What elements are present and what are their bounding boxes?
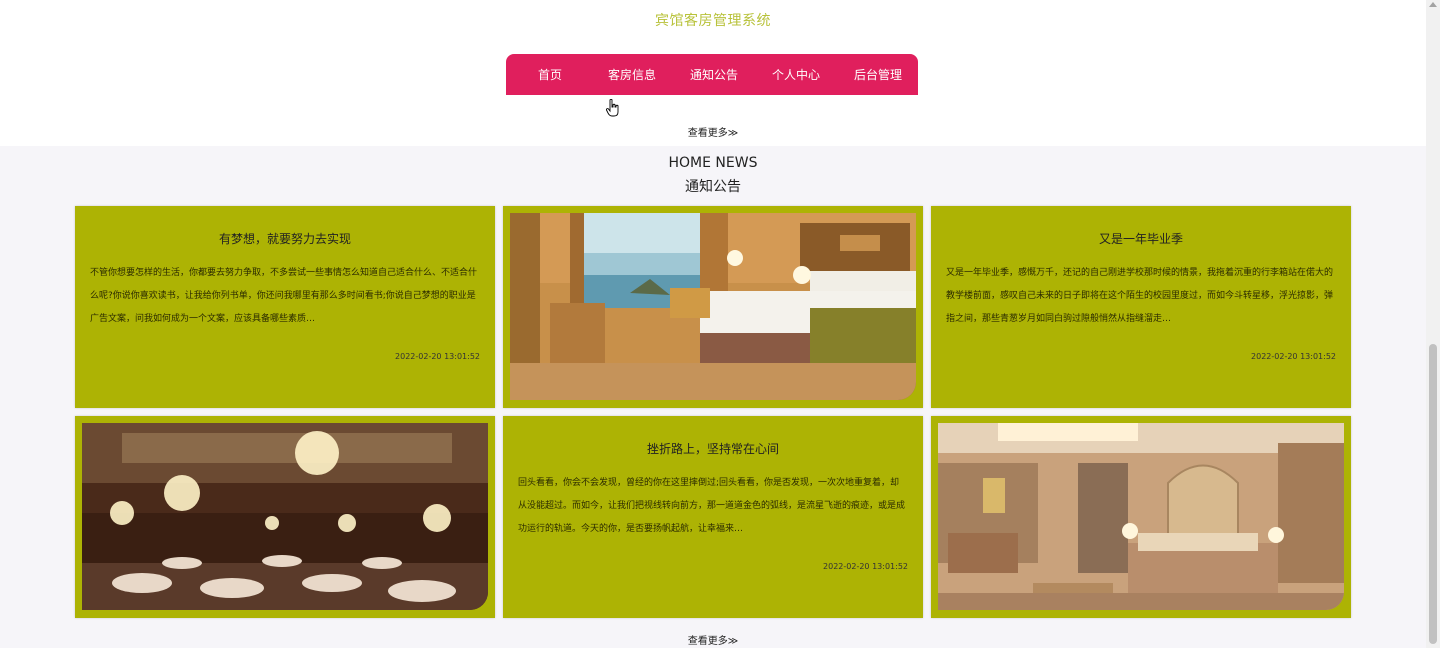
news-card-body: 不管你想要怎样的生活，你都要去努力争取，不多尝试一些事情怎么知道自己适合什么、不… bbox=[90, 268, 478, 324]
news-card[interactable]: 挫折路上，坚持常在心间 回头看看，你会不会发现，曾经的你在这里摔倒过;回头看看，… bbox=[503, 416, 923, 618]
news-card-image[interactable] bbox=[931, 416, 1351, 618]
main-nav: 首页 客房信息 通知公告 个人中心 后台管理 bbox=[506, 54, 918, 95]
news-card-date: 2022-02-20 13:01:52 bbox=[1251, 352, 1336, 361]
news-card[interactable]: 有梦想，就要努力去实现 不管你想要怎样的生活，你都要去努力争取，不多尝试一些事情… bbox=[75, 206, 495, 408]
scroll-up-arrow-icon[interactable] bbox=[1429, 2, 1437, 7]
site-title: 宾馆客房管理系统 bbox=[655, 13, 771, 29]
news-card-date: 2022-02-20 13:01:52 bbox=[823, 562, 908, 571]
news-card-title: 又是一年毕业季 bbox=[1098, 232, 1183, 246]
view-more-link[interactable]: 查看更多≫ bbox=[0, 124, 1426, 139]
view-more-link-bottom[interactable]: 查看更多≫ bbox=[0, 632, 1426, 647]
news-card-title: 挫折路上，坚持常在心间 bbox=[646, 442, 779, 456]
news-heading-en: HOME NEWS bbox=[668, 155, 758, 171]
news-card-date: 2022-02-20 13:01:52 bbox=[395, 352, 480, 361]
hotel-room-image bbox=[510, 213, 916, 400]
news-card-body: 回头看看，你会不会发现，曾经的你在这里摔倒过;回头看看，你是否发现，一次次地重复… bbox=[518, 478, 906, 534]
nav-admin[interactable]: 后台管理 bbox=[838, 66, 918, 83]
scrollbar-thumb[interactable] bbox=[1429, 344, 1437, 644]
news-heading-cn: 通知公告 bbox=[685, 179, 741, 195]
banquet-hall-image bbox=[82, 423, 488, 610]
luxury-suite-image bbox=[938, 423, 1344, 610]
nav-room-info[interactable]: 客房信息 bbox=[592, 66, 672, 83]
news-card-body: 又是一年毕业季，感慨万千，还记的自己刚进学校那时候的情景，我拖着沉重的行李箱站在… bbox=[946, 268, 1334, 324]
hand-cursor-icon bbox=[606, 99, 619, 117]
nav-home[interactable]: 首页 bbox=[510, 66, 590, 83]
news-card-image[interactable] bbox=[503, 206, 923, 408]
nav-personal-center[interactable]: 个人中心 bbox=[756, 66, 836, 83]
news-card-image[interactable] bbox=[75, 416, 495, 618]
news-card[interactable]: 又是一年毕业季 又是一年毕业季，感慨万千，还记的自己刚进学校那时候的情景，我拖着… bbox=[931, 206, 1351, 408]
nav-notices[interactable]: 通知公告 bbox=[674, 66, 754, 83]
news-card-title: 有梦想，就要努力去实现 bbox=[218, 232, 351, 246]
